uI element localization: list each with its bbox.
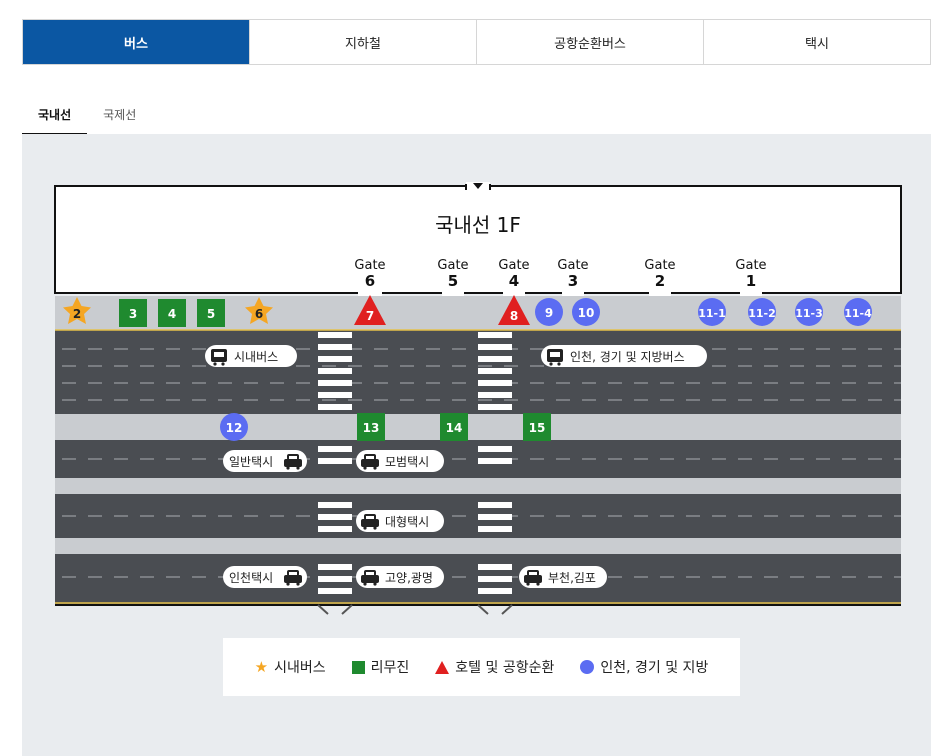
subtab-domestic[interactable]: 국내선 bbox=[22, 102, 88, 135]
legend-item-limousine: 리무진 bbox=[351, 657, 410, 677]
stop-12-circle-icon[interactable]: 12 bbox=[220, 413, 248, 441]
svg-text:고양,광명: 고양,광명 bbox=[385, 571, 433, 585]
svg-text:15: 15 bbox=[529, 421, 546, 435]
gate-label: Gate bbox=[557, 258, 588, 273]
large-taxi-label: 대형택시 bbox=[356, 510, 444, 532]
gate-number-6: 6 bbox=[365, 272, 375, 290]
road-taxi-lane-3 bbox=[55, 554, 901, 615]
svg-text:8: 8 bbox=[510, 309, 518, 323]
svg-text:11-4: 11-4 bbox=[844, 307, 872, 320]
stop-11-1-circle-icon[interactable]: 11-1 bbox=[698, 298, 726, 326]
transport-tabs: 버스 지하철 공항순환버스 택시 bbox=[22, 19, 931, 65]
deluxe-taxi-label: 모범택시 bbox=[356, 450, 444, 472]
svg-text:12: 12 bbox=[226, 421, 243, 435]
gate-number-4: 4 bbox=[509, 272, 519, 290]
stop-15-square-icon[interactable]: 15 bbox=[523, 413, 551, 441]
svg-text:11-1: 11-1 bbox=[698, 307, 726, 320]
svg-text:모범택시: 모범택시 bbox=[385, 455, 429, 469]
svg-text:3: 3 bbox=[129, 307, 137, 321]
stop-10-circle-icon[interactable]: 10 bbox=[572, 298, 600, 326]
road-bus-lanes bbox=[55, 314, 901, 414]
legend-label: 시내버스 bbox=[274, 660, 326, 676]
triangle-icon bbox=[435, 660, 450, 674]
terminal-title: 국내선 1F bbox=[435, 213, 521, 237]
terminal-building: 국내선 1F bbox=[54, 182, 902, 294]
legend-item-city-bus: ★ 시내버스 bbox=[255, 657, 326, 677]
regular-taxi-label: 일반택시 bbox=[223, 450, 307, 472]
svg-text:부천,김포: 부천,김포 bbox=[548, 570, 596, 585]
map-panel: 국내선 1F Gate 6 Gate 5 Gate 4 Gate 3 Gate … bbox=[22, 134, 931, 756]
gate-number-2: 2 bbox=[655, 272, 665, 290]
incheon-taxi-label: 인천택시 bbox=[223, 566, 307, 588]
subtab-international[interactable]: 국제선 bbox=[87, 102, 152, 135]
road-taxi-lane-1 bbox=[55, 440, 901, 478]
svg-text:대형택시: 대형택시 bbox=[385, 515, 429, 529]
tab-subway[interactable]: 지하철 bbox=[250, 20, 477, 64]
stop-11-4-circle-icon[interactable]: 11-4 bbox=[844, 298, 872, 326]
median-sidewalk bbox=[55, 538, 901, 554]
gate-label: Gate bbox=[644, 258, 675, 273]
stop-3-square-icon[interactable]: 3 bbox=[119, 299, 147, 327]
median-sidewalk bbox=[55, 414, 901, 440]
road-taxi-lane-2 bbox=[55, 494, 901, 538]
svg-text:7: 7 bbox=[366, 309, 374, 323]
stop-13-square-icon[interactable]: 13 bbox=[357, 413, 385, 441]
svg-text:11-2: 11-2 bbox=[748, 307, 776, 320]
svg-text:10: 10 bbox=[578, 306, 595, 320]
svg-text:9: 9 bbox=[545, 306, 553, 320]
goyang-taxi-label: 고양,광명 bbox=[356, 566, 444, 588]
terminal-subtabs: 국내선 국제선 bbox=[22, 102, 152, 135]
stop-4-square-icon[interactable]: 4 bbox=[158, 299, 186, 327]
svg-text:시내버스: 시내버스 bbox=[234, 350, 278, 364]
incheon-bus-label: 인천, 경기 및 지방버스 bbox=[541, 345, 707, 367]
svg-text:2: 2 bbox=[73, 307, 81, 321]
stop-11-3-circle-icon[interactable]: 11-3 bbox=[795, 298, 823, 326]
svg-text:11-3: 11-3 bbox=[795, 307, 823, 320]
stop-9-circle-icon[interactable]: 9 bbox=[535, 298, 563, 326]
svg-text:6: 6 bbox=[255, 307, 263, 321]
stop-14-square-icon[interactable]: 14 bbox=[440, 413, 468, 441]
gate-number-1: 1 bbox=[746, 272, 756, 290]
gate-number-3: 3 bbox=[568, 272, 578, 290]
median-sidewalk bbox=[55, 478, 901, 494]
map-legend: ★ 시내버스 리무진 호텔 및 공항순환 인천, 경기 및 지방 bbox=[223, 638, 740, 696]
bucheon-taxi-label: 부천,김포 bbox=[519, 566, 607, 588]
svg-text:인천, 경기 및 지방버스: 인천, 경기 및 지방버스 bbox=[570, 349, 685, 364]
svg-text:인천택시: 인천택시 bbox=[229, 570, 273, 585]
svg-text:4: 4 bbox=[168, 307, 176, 321]
legend-label: 리무진 bbox=[370, 660, 410, 676]
circle-icon bbox=[580, 660, 595, 674]
tab-bus[interactable]: 버스 bbox=[23, 20, 250, 64]
legend-label: 인천, 경기 및 지방 bbox=[600, 660, 709, 676]
tab-airport-shuttle[interactable]: 공항순환버스 bbox=[477, 20, 704, 64]
star-icon: ★ bbox=[254, 658, 269, 676]
legend-item-hotel-shuttle: 호텔 및 공항순환 bbox=[435, 657, 554, 677]
city-bus-label: 시내버스 bbox=[205, 345, 297, 367]
stop-5-square-icon[interactable]: 5 bbox=[197, 299, 225, 327]
gate-label: Gate bbox=[498, 258, 529, 273]
svg-text:13: 13 bbox=[363, 421, 380, 435]
svg-text:14: 14 bbox=[446, 421, 463, 435]
svg-text:5: 5 bbox=[207, 307, 215, 321]
svg-text:일반택시: 일반택시 bbox=[229, 455, 273, 469]
legend-item-regional-bus: 인천, 경기 및 지방 bbox=[580, 657, 708, 677]
stop-11-2-circle-icon[interactable]: 11-2 bbox=[748, 298, 776, 326]
square-icon bbox=[351, 660, 365, 674]
gate-number-5: 5 bbox=[448, 272, 458, 290]
tab-taxi[interactable]: 택시 bbox=[704, 20, 930, 64]
gate-label: Gate bbox=[735, 258, 766, 273]
gate-label: Gate bbox=[354, 258, 385, 273]
gate-label: Gate bbox=[437, 258, 468, 273]
legend-label: 호텔 및 공항순환 bbox=[455, 660, 555, 676]
